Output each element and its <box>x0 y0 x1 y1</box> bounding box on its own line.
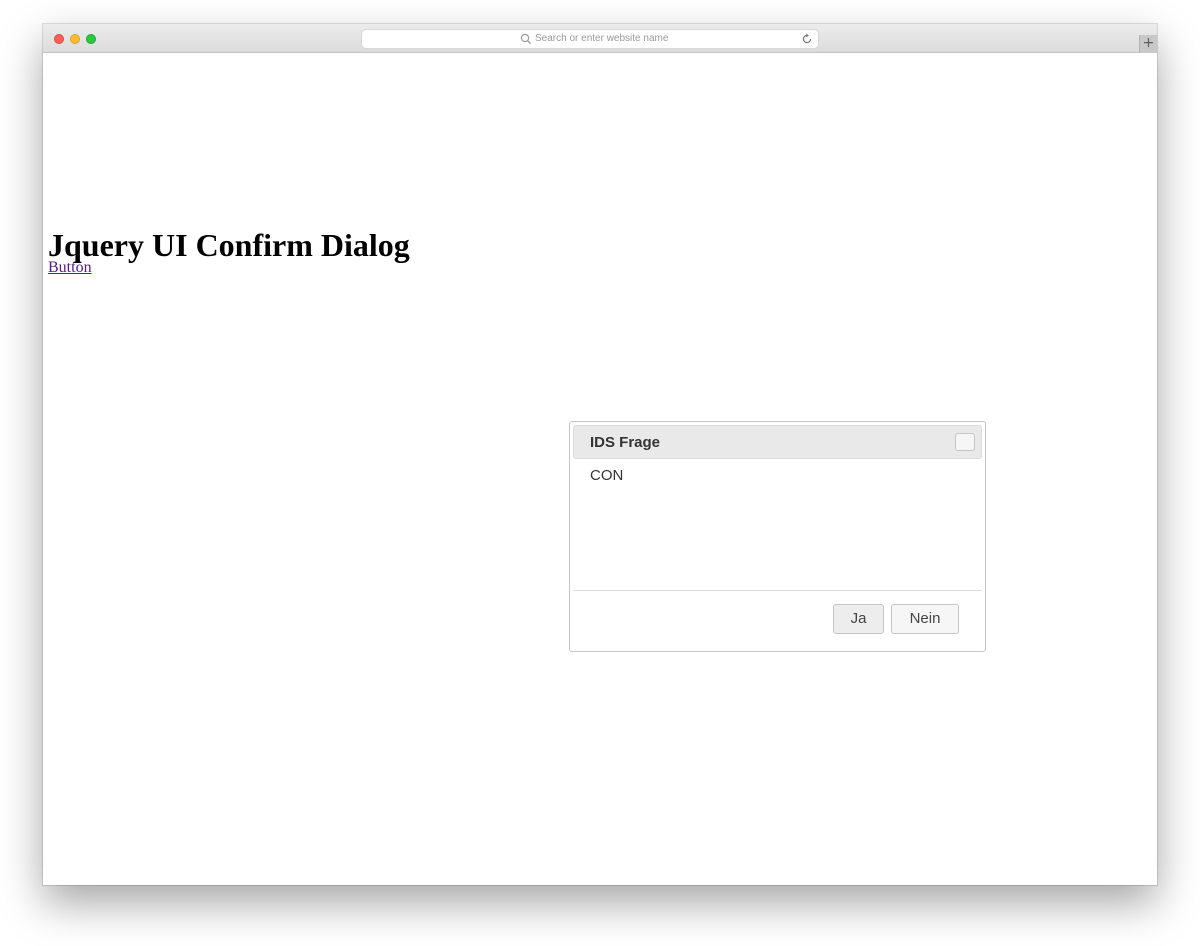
confirm-dialog: IDS Frage CON Ja Nein <box>569 421 986 652</box>
page-content: Jquery UI Confirm Dialog Button IDS Frag… <box>43 53 1157 885</box>
reload-icon[interactable] <box>801 33 813 45</box>
yes-button[interactable]: Ja <box>833 604 884 634</box>
zoom-window-button[interactable] <box>86 34 96 44</box>
search-icon <box>520 33 532 45</box>
dialog-titlebar[interactable]: IDS Frage <box>573 425 982 459</box>
dialog-message: CON <box>590 467 624 484</box>
no-button[interactable]: Nein <box>891 604 959 634</box>
dialog-buttonpane <box>573 590 982 591</box>
open-dialog-link[interactable]: Button <box>48 258 92 278</box>
minimize-window-button[interactable] <box>70 34 80 44</box>
page-title: Jquery UI Confirm Dialog <box>48 227 410 263</box>
address-placeholder: Search or enter website name <box>535 33 669 44</box>
close-window-button[interactable] <box>54 34 64 44</box>
dialog-close-button[interactable] <box>955 433 975 451</box>
browser-titlebar: Search or enter website name + <box>43 24 1157 53</box>
new-tab-button[interactable]: + <box>1139 35 1157 53</box>
dialog-title: IDS Frage <box>590 434 661 451</box>
browser-window: Search or enter website name + Jquery UI… <box>43 24 1157 885</box>
address-bar[interactable]: Search or enter website name <box>362 30 818 48</box>
